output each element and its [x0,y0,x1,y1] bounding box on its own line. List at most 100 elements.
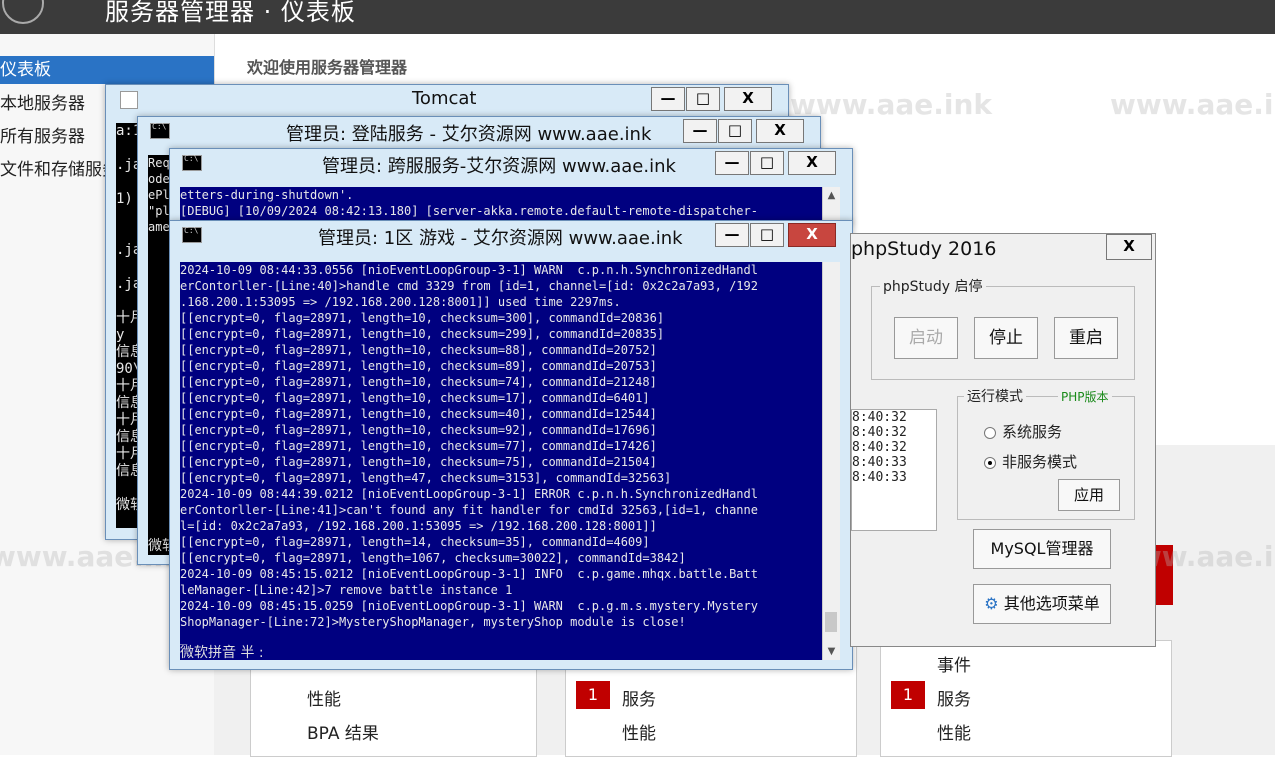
console-line: [[encrypt=0, flag=28971, length=10, chec… [180,311,665,325]
console-line: [[encrypt=0, flag=28971, length=10, chec… [180,359,657,373]
scrollbar-thumb[interactable] [825,612,837,632]
tile-item-events[interactable]: 事件 [937,651,971,676]
console-cursor: _ [180,631,188,645]
console-line: [[encrypt=0, flag=28971, length=1067, ch… [180,551,686,565]
game-zone-console-output[interactable]: 2024-10-09 08:44:33.0556 [nioEventLoopGr… [180,262,822,660]
cross-service-titlebar[interactable]: 管理员: 跨服服务-艾尔资源网 www.aae.ink — □ X [170,149,852,179]
console-line: 2024-10-09 08:44:33.0556 [nioEventLoopGr… [180,263,758,277]
window-title: Tomcat [412,88,477,109]
control-group-label: phpStudy 启停 [880,276,986,296]
tile-item-services[interactable]: 服务 [937,685,971,710]
console-line: erContorller-[Line:40]>handle cmd 3329 f… [180,279,758,293]
start-button[interactable]: 启动 [894,317,958,359]
console-line: [[encrypt=0, flag=28971, length=47, chec… [180,471,672,485]
radio-system-service[interactable]: 系统服务 [984,421,1062,442]
console-line: 2024-10-09 08:45:15.0212 [nioEventLoopGr… [180,567,758,581]
console-line: [[encrypt=0, flag=28971, length=10, chec… [180,455,657,469]
tomcat-titlebar[interactable]: Tomcat — □ X [106,85,788,115]
console-line: l=[id: 0x2c2a7a93, /192.168.200.1:53095 … [180,519,657,533]
console-line: [[encrypt=0, flag=28971, length=10, chec… [180,391,650,405]
minimize-button[interactable]: — [651,87,685,111]
server-manager-header: 服务器管理器 · 仪表板 [0,0,1275,34]
status-strip [1155,545,1173,605]
console-line: 8:40:32 [852,410,907,425]
window-title: 管理员: 跨服服务-艾尔资源网 www.aae.ink [322,156,676,177]
watermark: www.aae.ink [1110,88,1275,121]
game-zone-titlebar[interactable]: 管理员: 1区 游戏 - 艾尔资源网 www.aae.ink — □ X [170,221,852,251]
phpstudy-log[interactable]: 8:40:32 8:40:32 8:40:32 8:40:33 8:40:33 [851,409,937,531]
maximize-button[interactable]: □ [686,87,720,111]
stop-button[interactable]: 停止 [974,317,1038,359]
close-button[interactable]: X [756,119,804,143]
tile-item-services[interactable]: 服务 [622,685,656,710]
window-title: 管理员: 1区 游戏 - 艾尔资源网 www.aae.ink [318,228,683,249]
console-line: 2024-10-09 08:44:39.0212 [nioEventLoopGr… [180,487,758,501]
scroll-up-icon[interactable]: ▲ [823,187,840,204]
console-line: 8:40:33 [852,455,907,470]
login-service-titlebar[interactable]: 管理员: 登陆服务 - 艾尔资源网 www.aae.ink — □ X [138,117,820,147]
console-line: erContorller-[Line:41]>can't found any f… [180,503,758,517]
console-icon [182,226,202,243]
window-title: 管理员: 登陆服务 - 艾尔资源网 www.aae.ink [286,124,652,145]
console-line: [[encrypt=0, flag=28971, length=10, chec… [180,375,657,389]
phpstudy-window[interactable]: phpStudy 2016 X phpStudy 启停 启动 停止 重启 8:4… [850,233,1156,647]
tile-item-bpa[interactable]: BPA 结果 [307,719,379,744]
maximize-button[interactable]: □ [750,151,784,175]
close-button[interactable]: X [788,151,836,175]
apply-button[interactable]: 应用 [1058,479,1120,511]
console-line: [[encrypt=0, flag=28971, length=10, chec… [180,407,657,421]
close-button[interactable]: X [724,87,772,111]
tile-file-storage: 事件 1 服务 性能 [880,640,1172,757]
radio-non-service-mode[interactable]: 非服务模式 [984,451,1077,472]
restart-button[interactable]: 重启 [1054,317,1118,359]
mysql-manager-button[interactable]: MySQL管理器 [973,529,1111,569]
mode-group: 运行模式 PHP版本 系统服务 非服务模式 应用 [957,386,1135,520]
cross-service-window[interactable]: 管理员: 跨服服务-艾尔资源网 www.aae.ink — □ X etters… [169,148,853,225]
console-line: 8:40:32 [852,440,907,455]
console-icon [182,154,202,171]
status-badge: 1 [891,681,925,709]
tile-item-performance[interactable]: 性能 [622,719,656,744]
console-line: [DEBUG] [10/09/2024 08:42:13.180] [serve… [180,204,758,218]
other-options-button[interactable]: ⚙ 其他选项菜单 [973,584,1111,624]
java-icon [120,91,138,109]
radio-icon [984,426,996,439]
cross-service-console-output[interactable]: etters-during-shutdown'. [DEBUG] [10/09/2… [180,187,822,221]
console-line: 8:40:33 [852,470,907,485]
control-group: phpStudy 启停 启动 停止 重启 [871,276,1135,380]
console-line: 2024-10-09 08:45:15.0259 [nioEventLoopGr… [180,599,758,613]
scroll-down-icon[interactable]: ▼ [823,643,840,660]
ime-indicator: 微软拼音 半 : [180,645,264,661]
maximize-button[interactable]: □ [718,119,752,143]
tile-item-performance[interactable]: 性能 [307,685,341,710]
console-line: [[encrypt=0, flag=28971, length=10, chec… [180,343,657,357]
welcome-heading: 欢迎使用服务器管理器 [247,58,408,77]
vertical-scrollbar[interactable]: ▲ [822,187,840,221]
console-line: .168.200.1:53095 => /192.168.200.128:800… [180,295,621,309]
console-line: ShopManager-[Line:72]>MysteryShopManager… [180,615,686,629]
close-button[interactable]: X [788,223,836,247]
console-line: leManager-[Line:42]>7 remove battle inst… [180,583,513,597]
console-line: [[encrypt=0, flag=28971, length=14, chec… [180,535,650,549]
mode-group-label: 运行模式 [964,386,1026,406]
vertical-scrollbar[interactable]: ▼ [822,262,840,660]
php-version-link[interactable]: PHP版本 [1058,388,1112,405]
console-line: [[encrypt=0, flag=28971, length=10, chec… [180,439,657,453]
phpstudy-title: phpStudy 2016 [851,238,997,260]
status-badge: 1 [576,681,610,709]
radio-selected-icon [984,456,996,469]
minimize-button[interactable]: — [683,119,717,143]
console-line: [[encrypt=0, flag=28971, length=10, chec… [180,423,657,437]
console-line: etters-during-shutdown'. [180,188,354,202]
back-button[interactable] [2,0,44,24]
server-manager-title: 服务器管理器 · 仪表板 [105,0,356,26]
minimize-button[interactable]: — [715,151,749,175]
maximize-button[interactable]: □ [750,223,784,247]
console-icon [150,122,170,139]
close-button[interactable]: X [1106,234,1152,260]
gear-icon: ⚙ [984,594,999,613]
sidebar-item-dashboard[interactable]: 仪表板 [0,56,214,84]
tile-item-performance[interactable]: 性能 [937,719,971,744]
game-zone-window[interactable]: 管理员: 1区 游戏 - 艾尔资源网 www.aae.ink — □ X 202… [169,220,853,670]
minimize-button[interactable]: — [715,223,749,247]
